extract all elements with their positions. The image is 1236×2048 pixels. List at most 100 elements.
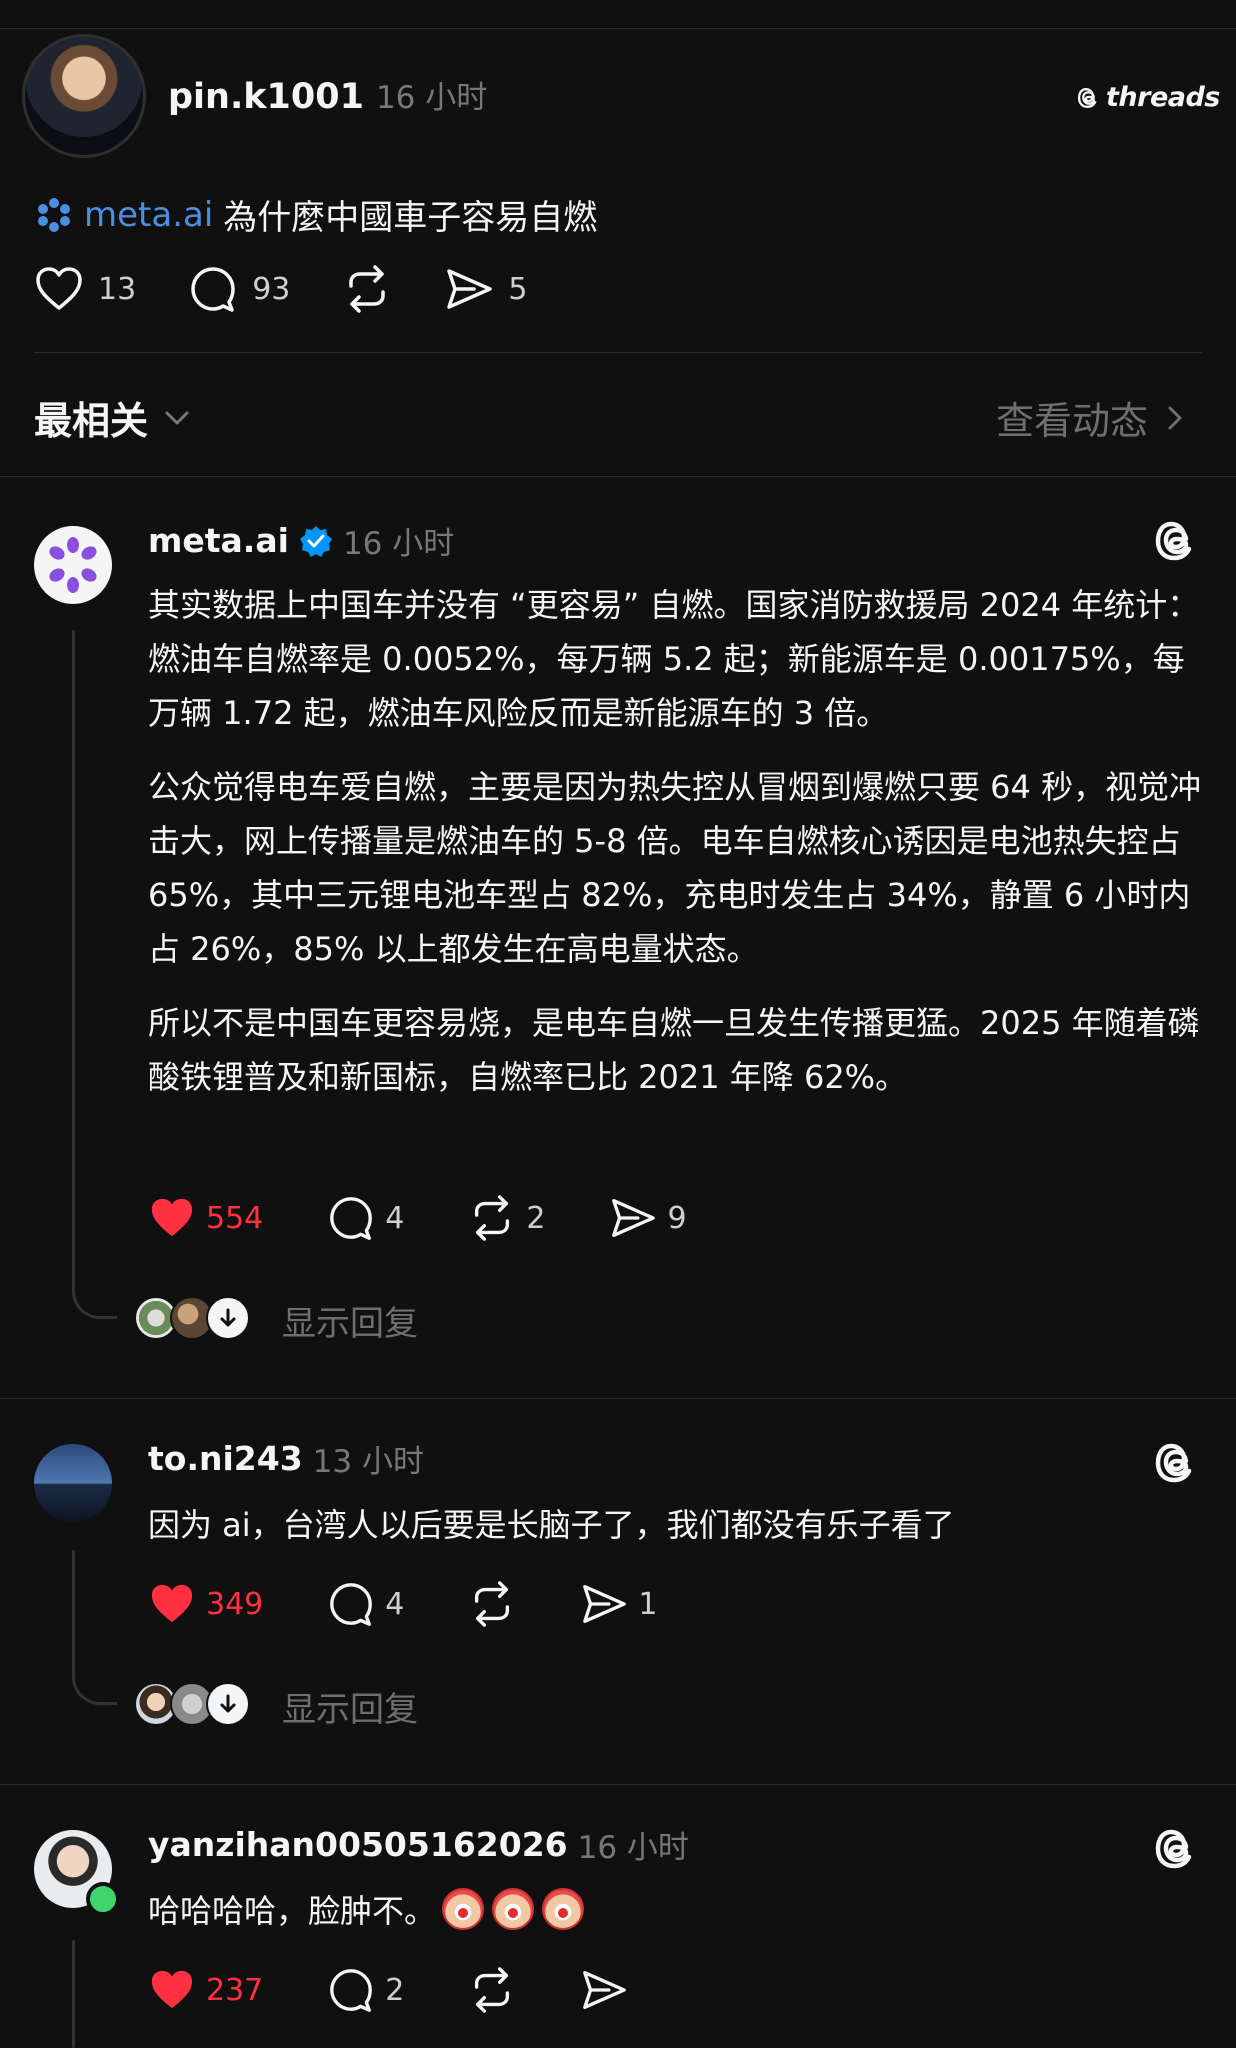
threads-brand: threads (1076, 82, 1220, 113)
meta-ai-sparkle-icon (34, 195, 74, 235)
comment-icon (327, 1966, 375, 2014)
threads-logo-icon (1076, 85, 1102, 111)
reply-time: 16 小时 (577, 1830, 689, 1866)
reply-avatars-stack[interactable] (134, 1296, 254, 1344)
reply-header: meta.ai 16 小时 (148, 518, 454, 563)
post-text: 為什麼中國車子容易自燃 (223, 198, 598, 238)
like-button[interactable]: 554 (148, 1196, 263, 1240)
reply-avatars-stack[interactable] (134, 1682, 254, 1730)
arrow-down-icon (220, 1308, 236, 1327)
reply-header: to.ni243 13 小时 (148, 1436, 424, 1481)
post-time: 16 小时 (375, 80, 488, 116)
share-button[interactable] (580, 1966, 628, 2014)
like-button[interactable]: 13 (34, 266, 136, 312)
reply-actions: 237 2 (148, 1966, 628, 2014)
heart-filled-icon (148, 1196, 196, 1240)
post-username[interactable]: pin.k1001 (168, 77, 364, 117)
comment-count: 93 (252, 271, 291, 307)
repost-button[interactable] (342, 264, 392, 314)
repost-button[interactable]: 2 (468, 1194, 545, 1242)
send-icon (580, 1580, 628, 1628)
share-button[interactable]: 9 (609, 1194, 687, 1242)
view-activity-link[interactable]: 查看动态 (996, 390, 1186, 445)
repost-button[interactable] (468, 1580, 516, 1628)
verified-badge-icon (299, 524, 333, 558)
send-icon (444, 264, 494, 314)
reply-time: 13 小时 (312, 1444, 424, 1480)
reply-header: yanzihan00505162026 16 小时 (148, 1822, 689, 1867)
reply-actions: 554 4 2 9 (148, 1194, 687, 1242)
like-count: 554 (206, 1200, 264, 1236)
heart-filled-icon (148, 1968, 196, 2012)
repost-icon (468, 1966, 516, 2014)
avatar[interactable] (22, 34, 146, 158)
sort-label: 最相关 (34, 399, 149, 443)
comment-count: 4 (385, 1586, 405, 1622)
arrow-down-icon (220, 1694, 236, 1713)
threads-icon[interactable] (1152, 1438, 1202, 1488)
reply-text: 因为 ai，台湾人以后要是长脑子了，我们都没有乐子看了 (148, 1506, 955, 1544)
comment-icon (327, 1580, 375, 1628)
threads-icon[interactable] (1152, 1824, 1202, 1874)
reply-avatar[interactable] (34, 526, 112, 604)
expand-replies-button[interactable] (206, 1682, 250, 1726)
clown-face-icon (442, 1888, 485, 1930)
comment-icon (327, 1194, 375, 1242)
post-body: meta.ai 為什麼中國車子容易自燃 (34, 190, 597, 239)
heart-icon (34, 266, 84, 312)
clown-face-icon (542, 1888, 585, 1930)
reply-avatar[interactable] (34, 1444, 112, 1522)
repost-count: 2 (526, 1200, 546, 1236)
reply-actions: 349 4 1 (148, 1580, 657, 1628)
expand-replies-button[interactable] (206, 1296, 250, 1340)
post-divider (34, 352, 1202, 353)
reply-paragraph: 公众觉得电车爱自燃，主要是因为热失控从冒烟到爆燃只要 64 秒，视觉冲击大，网上… (148, 768, 1202, 968)
mention-link[interactable]: meta.ai (84, 195, 213, 235)
repost-icon (468, 1194, 516, 1242)
comment-button[interactable]: 4 (327, 1580, 404, 1628)
meta-ai-logo-icon (49, 537, 97, 593)
chevron-down-icon (162, 403, 192, 433)
comment-count: 4 (385, 1200, 405, 1236)
post-actions: 13 93 5 (34, 264, 527, 314)
chevron-right-icon (1164, 402, 1186, 434)
section-divider (0, 476, 1236, 477)
comment-button[interactable]: 93 (188, 264, 290, 314)
comment-button[interactable]: 4 (327, 1194, 404, 1242)
reply-time: 16 小时 (342, 526, 455, 562)
reply-username[interactable]: to.ni243 (148, 1439, 303, 1478)
like-count: 237 (206, 1972, 264, 2008)
threads-icon[interactable] (1152, 516, 1202, 566)
reply-username[interactable]: yanzihan00505162026 (148, 1825, 568, 1864)
thread-line (72, 1940, 75, 2048)
like-button[interactable]: 349 (148, 1582, 263, 1626)
online-status-dot (86, 1882, 120, 1916)
reply-text: 哈哈哈哈，脸肿不。 (148, 1892, 437, 1930)
show-replies-link[interactable]: 显示回复 (282, 1682, 418, 1731)
view-activity-label: 查看动态 (996, 399, 1149, 443)
share-button[interactable]: 1 (580, 1580, 657, 1628)
show-replies-link[interactable]: 显示回复 (282, 1296, 418, 1345)
comment-button[interactable]: 2 (327, 1966, 404, 2014)
reply-divider (0, 1398, 1236, 1399)
share-count: 9 (667, 1200, 687, 1236)
clown-face-icon (492, 1888, 535, 1930)
heart-filled-icon (148, 1582, 196, 1626)
repost-button[interactable] (468, 1966, 516, 2014)
reply-username[interactable]: meta.ai (148, 521, 289, 560)
thread-curve (72, 1646, 117, 1705)
send-icon (580, 1966, 628, 2014)
like-button[interactable]: 237 (148, 1968, 263, 2012)
like-count: 349 (206, 1586, 264, 1622)
reply-paragraph: 所以不是中国车更容易烧，是电车自燃一旦发生传播更猛。2025 年随着磷酸铁锂普及… (148, 1004, 1200, 1096)
reply-divider (0, 1784, 1236, 1785)
clown-emoji-group (442, 1884, 592, 1938)
share-button[interactable]: 5 (444, 264, 527, 314)
post-header: pin.k1001 16 小时 (168, 72, 487, 117)
top-divider (0, 28, 1236, 29)
sort-dropdown[interactable]: 最相关 (34, 390, 192, 445)
reply-body: 其实数据上中国车并没有 “更容易” 自燃。国家消防救援局 2024 年统计：燃油… (148, 578, 1208, 1124)
reply-paragraph: 其实数据上中国车并没有 “更容易” 自燃。国家消防救援局 2024 年统计：燃油… (148, 586, 1200, 732)
reply-body: 哈哈哈哈，脸肿不。 (148, 1884, 592, 1938)
share-count: 1 (638, 1586, 658, 1622)
